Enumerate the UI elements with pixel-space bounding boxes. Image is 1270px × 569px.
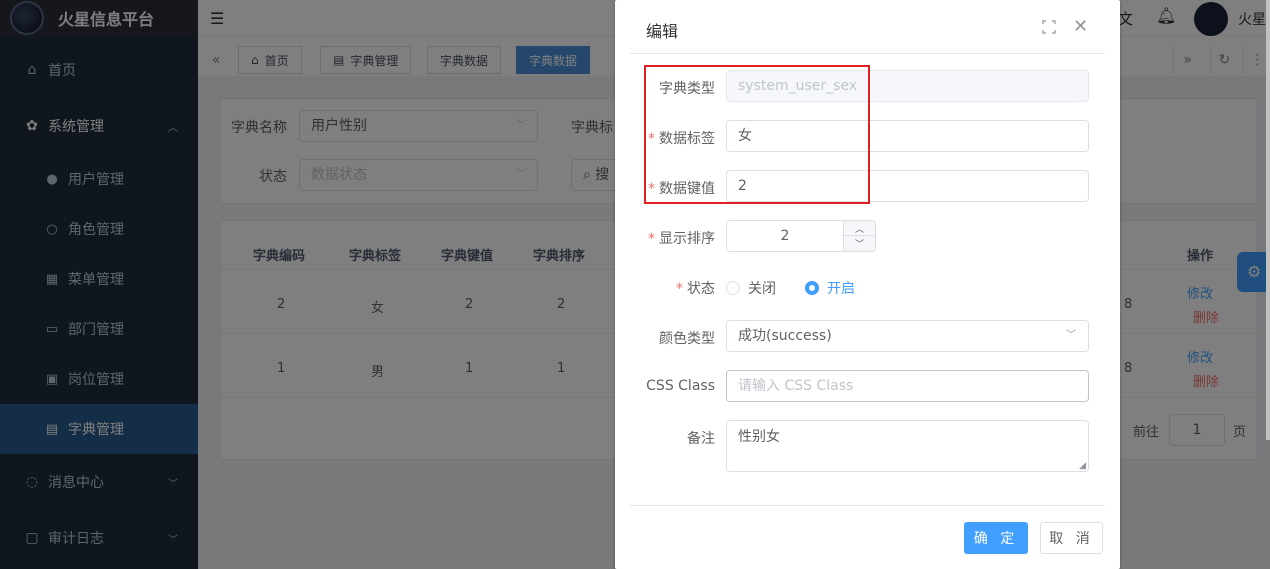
radio-dot <box>726 281 740 295</box>
confirm-button[interactable]: 确 定 <box>964 522 1028 554</box>
radio-label: 开启 <box>827 281 855 297</box>
label-text: CSS Class <box>646 378 715 394</box>
dialog-title: 编辑 <box>646 22 679 41</box>
label-text: 状态 <box>687 281 715 297</box>
close-icon[interactable]: ✕ <box>1073 16 1088 37</box>
resize-handle-icon[interactable]: ◢ <box>1079 461 1086 471</box>
field-label-remark: 备注 <box>615 428 715 448</box>
sort-stepper[interactable]: 2 ︿ ﹀ <box>726 220 876 252</box>
label-text: 颜色类型 <box>659 331 715 347</box>
required-mark: * <box>648 231 655 247</box>
status-radio-on[interactable]: 开启 <box>805 278 855 298</box>
dialog-header-divider <box>630 53 1105 54</box>
radio-label: 关闭 <box>748 281 776 297</box>
status-radio-off[interactable]: 关闭 <box>726 278 776 298</box>
textarea-value: 性别女 <box>738 429 780 445</box>
field-label-status: * 状态 <box>615 278 715 298</box>
field-label-color-type: 颜色类型 <box>615 328 715 348</box>
field-label-sort: * 显示排序 <box>615 228 715 248</box>
remark-textarea[interactable]: 性别女 ◢ <box>726 420 1089 472</box>
dialog-footer-divider <box>630 505 1105 506</box>
required-mark: * <box>676 281 683 297</box>
input-placeholder: 请输入 CSS Class <box>738 378 854 394</box>
select-value: 成功(success) <box>738 328 832 344</box>
color-type-select[interactable]: 成功(success) ﹀ <box>726 320 1089 352</box>
field-label-css-class: CSS Class <box>615 378 715 394</box>
sort-value[interactable]: 2 <box>727 221 843 251</box>
label-text: 显示排序 <box>659 231 715 247</box>
decrement-button[interactable]: ﹀ <box>843 236 875 251</box>
highlight-box <box>644 65 870 204</box>
fullscreen-icon[interactable] <box>1042 20 1056 34</box>
cancel-button[interactable]: 取 消 <box>1040 522 1103 554</box>
radio-dot <box>805 281 819 295</box>
chevron-down-icon: ﹀ <box>1066 330 1076 341</box>
label-text: 备注 <box>687 431 715 447</box>
page-scrollbar[interactable] <box>1266 0 1270 440</box>
increment-button[interactable]: ︿ <box>843 221 875 236</box>
css-class-input[interactable]: 请输入 CSS Class <box>726 370 1089 402</box>
